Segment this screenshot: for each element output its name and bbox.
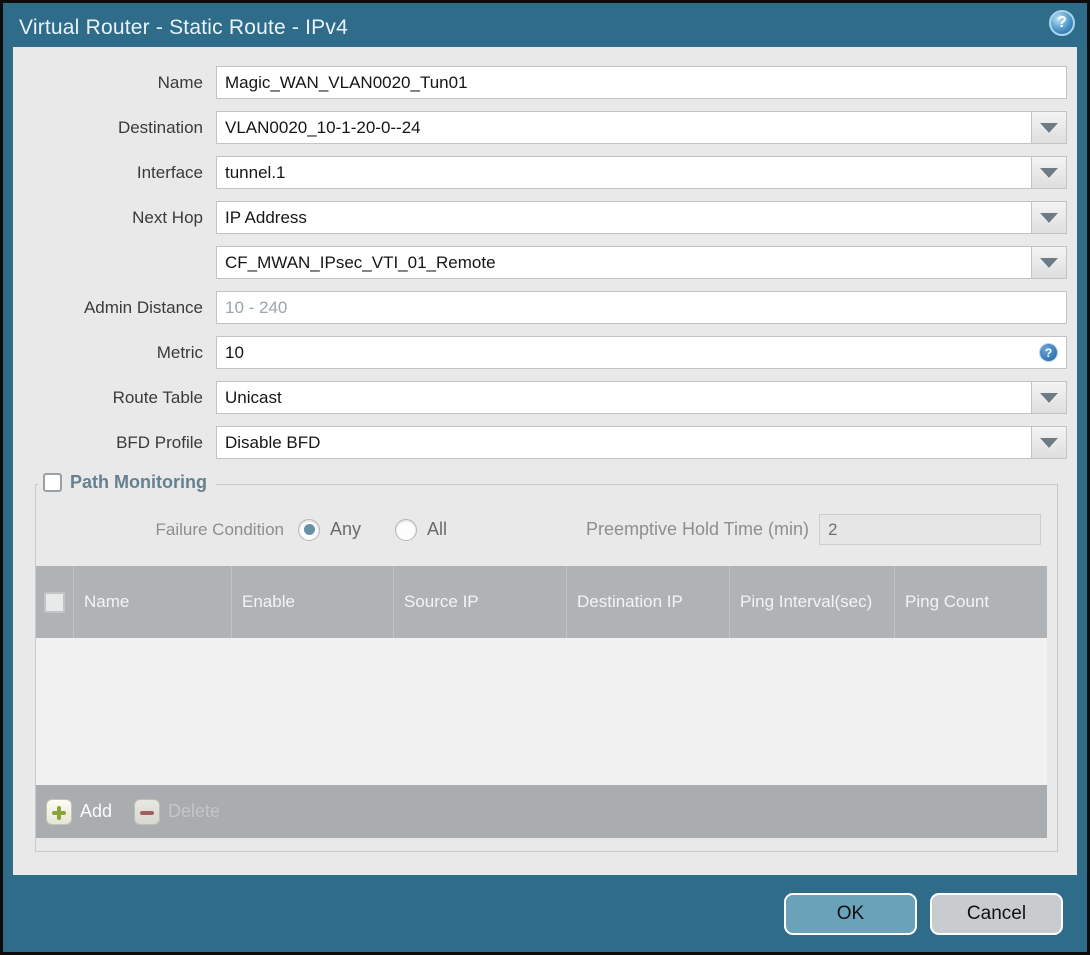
header-cell-name[interactable]: Name	[73, 566, 231, 638]
cancel-button[interactable]: Cancel	[930, 892, 1063, 935]
header-cell-select-all	[36, 566, 73, 638]
metric-field-wrap: ?	[216, 336, 1067, 369]
admin-distance-field-wrap	[216, 291, 1067, 324]
header-cell-enable[interactable]: Enable	[231, 566, 393, 638]
destination-dropdown-button[interactable]	[1032, 111, 1067, 144]
interface-input[interactable]	[216, 156, 1032, 189]
bfd-profile-input[interactable]	[216, 426, 1032, 459]
bfd-profile-label: BFD Profile	[116, 432, 203, 452]
failure-condition-row: Failure Condition Any All Preemptive Hol…	[36, 513, 1057, 546]
dialog-titlebar: Virtual Router - Static Route - IPv4	[3, 3, 1087, 47]
name-input[interactable]	[216, 66, 1067, 99]
bfd-profile-field-wrap	[216, 426, 1067, 459]
form-row-next-hop: Next Hop	[13, 201, 1067, 234]
name-label: Name	[157, 72, 203, 92]
add-plus-icon	[46, 798, 72, 825]
header-cell-destination-ip[interactable]: Destination IP	[566, 566, 729, 638]
path-monitoring-legend: Path Monitoring	[38, 472, 216, 493]
destination-field-wrap	[216, 111, 1067, 144]
next-hop-address-dropdown-button[interactable]	[1032, 246, 1067, 279]
path-monitoring-table: Name Enable Source IP Destination IP Pin…	[36, 566, 1047, 838]
select-all-checkbox[interactable]	[44, 591, 65, 613]
screen: Virtual Router - Static Route - IPv4 ? N…	[0, 0, 1090, 955]
next-hop-type-dropdown-button[interactable]	[1032, 201, 1067, 234]
preemptive-hold-time-input	[819, 514, 1041, 545]
path-monitoring-checkbox[interactable]	[43, 473, 62, 492]
route-table-field-wrap	[216, 381, 1067, 414]
form-row-route-table: Route Table	[13, 381, 1067, 414]
next-hop-type-input[interactable]	[216, 201, 1032, 234]
metric-input[interactable]	[216, 336, 1067, 369]
chevron-down-icon	[1040, 392, 1058, 403]
interface-dropdown-button[interactable]	[1032, 156, 1067, 189]
next-hop-type-field-wrap	[216, 201, 1067, 234]
route-table-dropdown-button[interactable]	[1032, 381, 1067, 414]
route-table-input[interactable]	[216, 381, 1032, 414]
radio-all-label: All	[427, 519, 448, 539]
metric-help-glyph: ?	[1044, 345, 1053, 360]
form-row-admin-distance: Admin Distance	[13, 291, 1067, 324]
chevron-down-icon	[1040, 122, 1058, 133]
table-toolbar: Add Delete	[36, 785, 1047, 838]
chevron-down-icon	[1040, 257, 1058, 268]
route-table-label: Route Table	[112, 387, 203, 407]
failure-condition-radio-all[interactable]	[395, 518, 418, 541]
metric-label: Metric	[156, 342, 203, 362]
interface-label: Interface	[136, 162, 203, 182]
chevron-down-icon	[1040, 167, 1058, 178]
add-button[interactable]: Add	[46, 798, 113, 825]
delete-button[interactable]: Delete	[134, 798, 221, 825]
ok-button[interactable]: OK	[784, 892, 917, 935]
chevron-down-icon	[1040, 437, 1058, 448]
preemptive-hold-time-label: Preemptive Hold Time (min)	[585, 519, 809, 539]
admin-distance-label: Admin Distance	[83, 297, 203, 317]
help-icon-glyph: ?	[1057, 14, 1067, 31]
help-icon[interactable]: ?	[1049, 10, 1075, 36]
dialog-footer: OK Cancel	[3, 875, 1087, 952]
header-cell-source-ip[interactable]: Source IP	[393, 566, 566, 638]
form-row-interface: Interface	[13, 156, 1067, 189]
static-route-dialog: Virtual Router - Static Route - IPv4 ? N…	[0, 0, 1090, 955]
radio-selected-dot	[303, 524, 315, 535]
next-hop-address-field-wrap	[216, 246, 1067, 279]
path-monitoring-title: Path Monitoring	[70, 472, 207, 492]
delete-button-label: Delete	[168, 801, 221, 821]
delete-minus-icon	[134, 798, 161, 825]
dialog-title: Virtual Router - Static Route - IPv4	[19, 16, 348, 39]
destination-input[interactable]	[216, 111, 1032, 144]
failure-condition-label: Failure Condition	[155, 519, 284, 539]
form-row-next-hop-address	[13, 246, 1067, 279]
next-hop-label: Next Hop	[132, 207, 203, 227]
metric-help-icon[interactable]: ?	[1039, 343, 1058, 362]
header-cell-ping-interval[interactable]: Ping Interval(sec)	[729, 566, 894, 638]
table-body-empty	[36, 638, 1047, 785]
dialog-body: Name Destination Interface	[13, 47, 1077, 875]
add-button-label: Add	[80, 801, 113, 821]
header-cell-ping-count[interactable]: Ping Count	[894, 566, 1047, 638]
next-hop-address-input[interactable]	[216, 246, 1032, 279]
name-field-wrap	[216, 66, 1067, 99]
path-monitoring-section: Path Monitoring Failure Condition Any Al…	[35, 472, 1058, 852]
radio-any-label: Any	[330, 519, 362, 539]
chevron-down-icon	[1040, 212, 1058, 223]
form-row-name: Name	[13, 66, 1067, 99]
destination-label: Destination	[117, 117, 203, 137]
interface-field-wrap	[216, 156, 1067, 189]
bfd-profile-dropdown-button[interactable]	[1032, 426, 1067, 459]
form-row-destination: Destination	[13, 111, 1067, 144]
table-header-row: Name Enable Source IP Destination IP Pin…	[36, 566, 1047, 638]
failure-condition-radio-any[interactable]	[298, 518, 320, 541]
form-row-metric: Metric ?	[13, 336, 1067, 369]
admin-distance-input[interactable]	[216, 291, 1067, 324]
form-row-bfd-profile: BFD Profile	[13, 426, 1067, 459]
